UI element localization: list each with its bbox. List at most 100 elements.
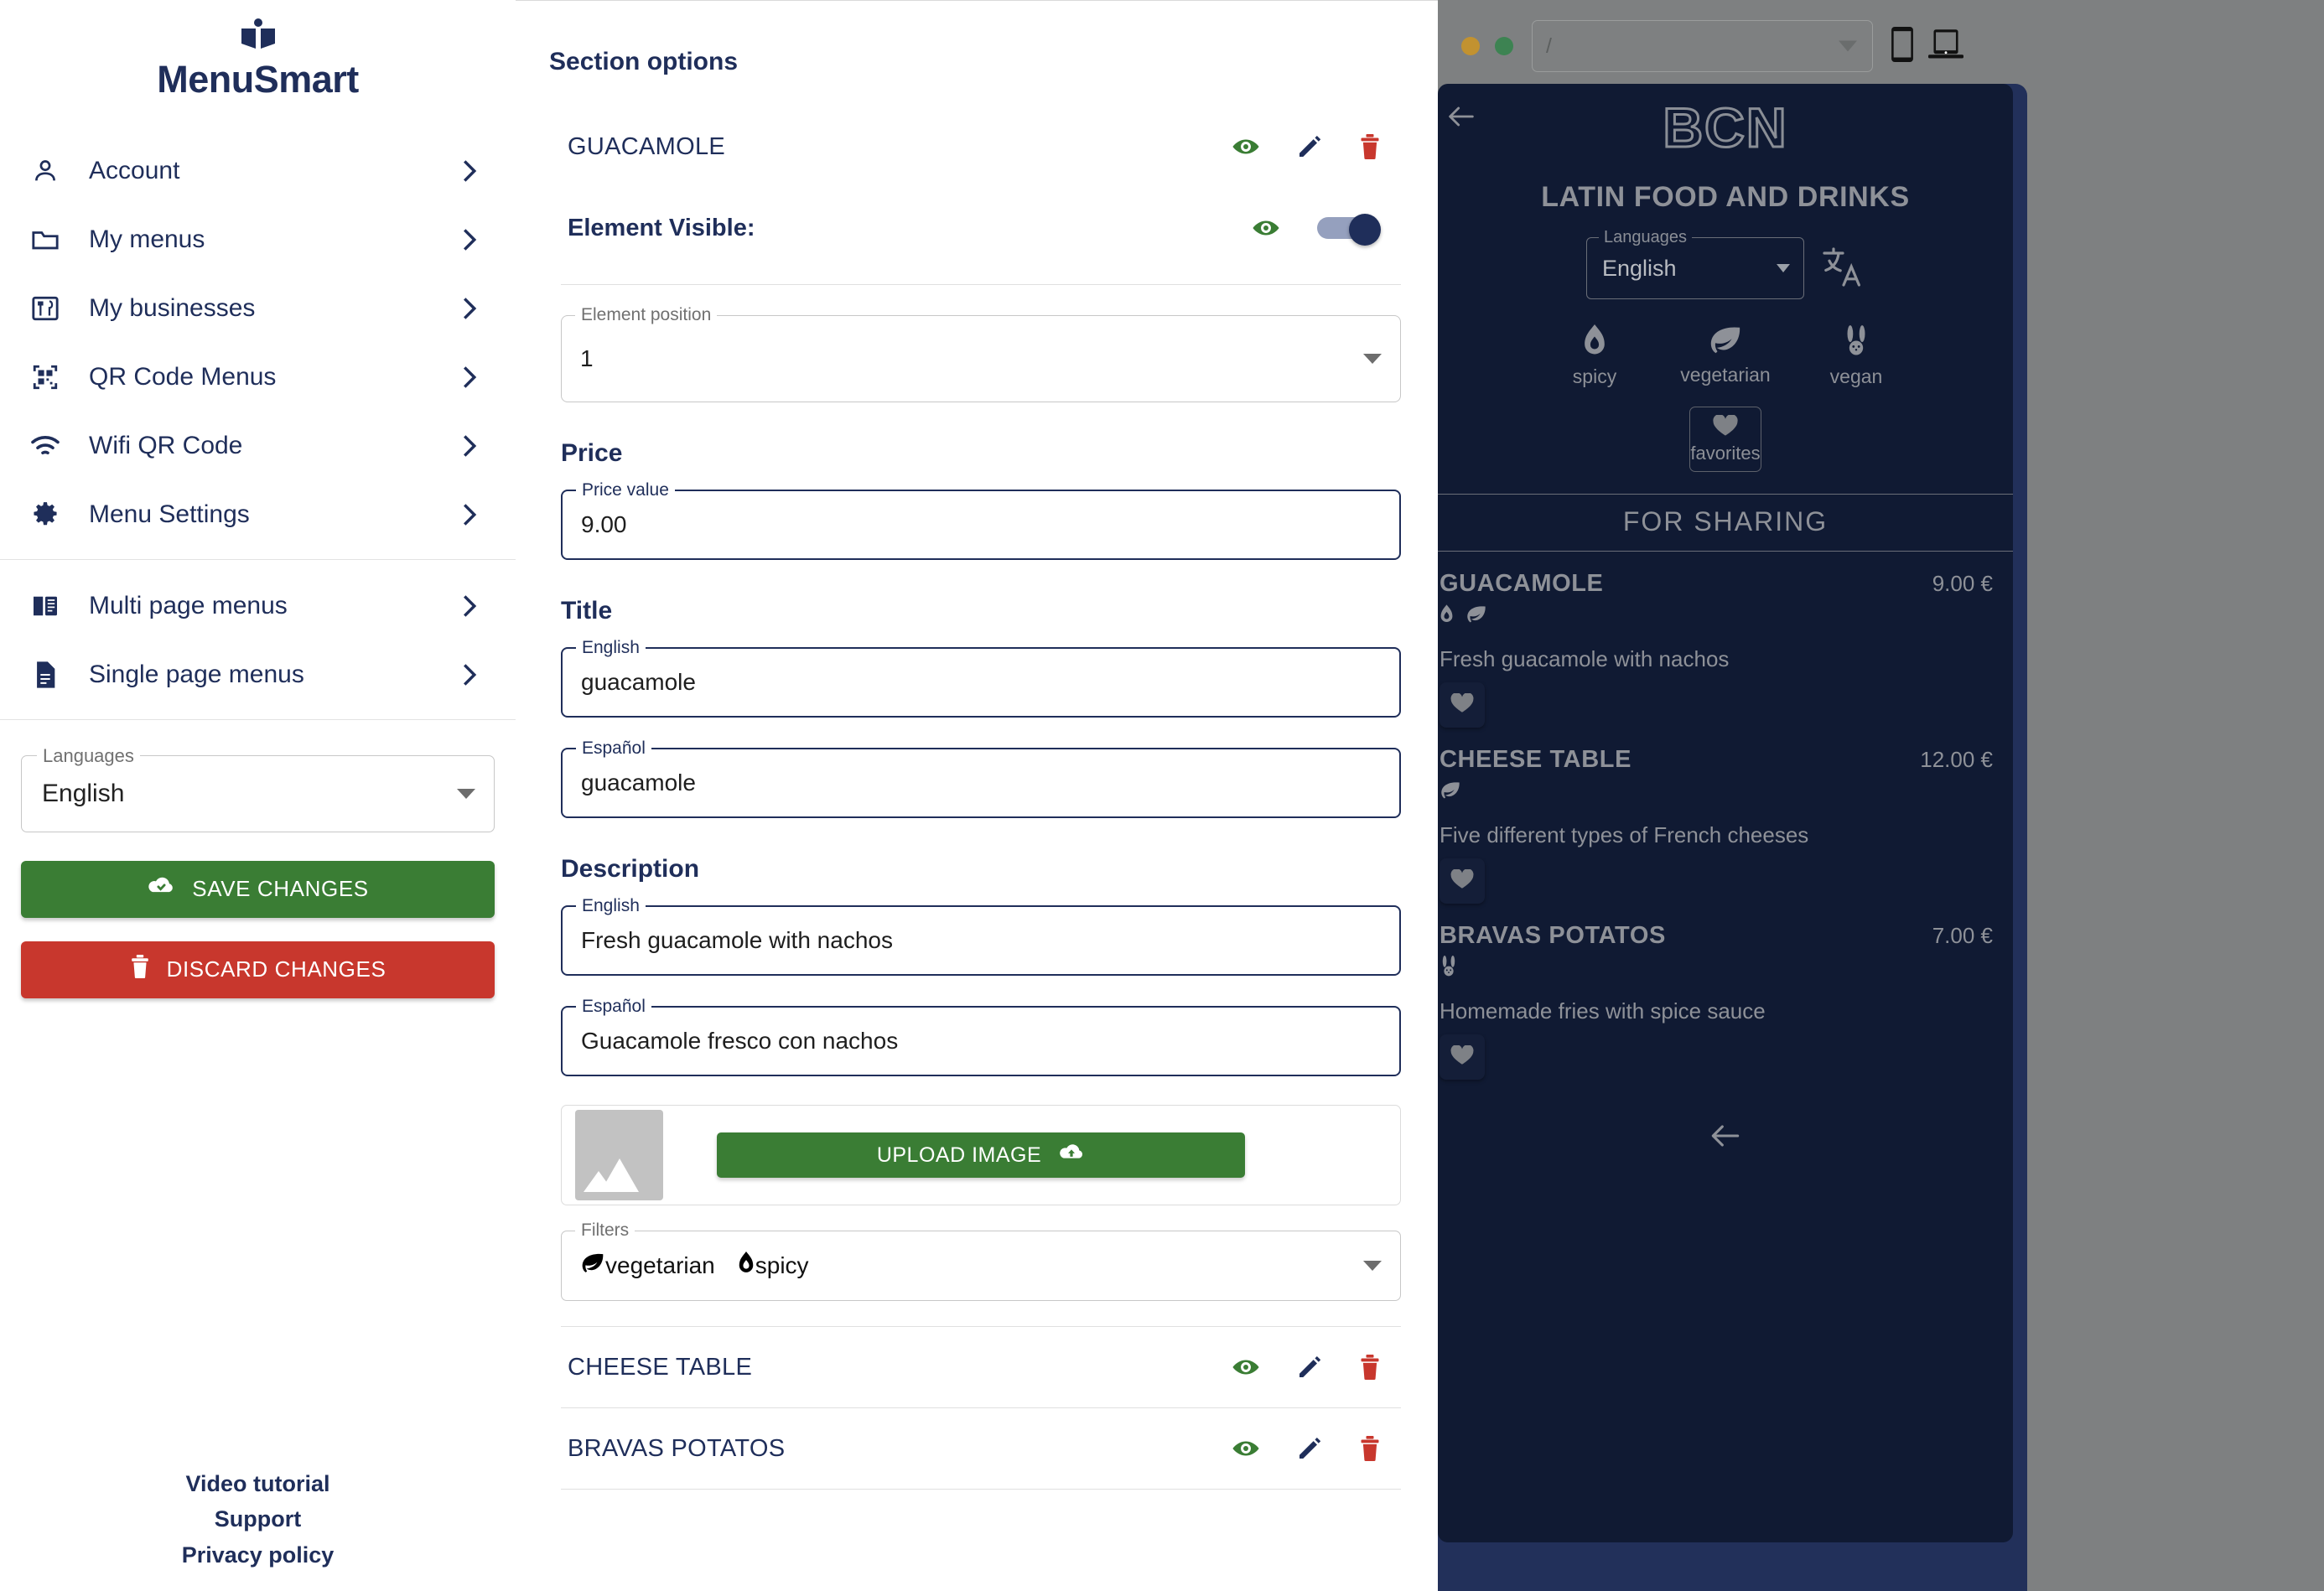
restaurant-icon — [25, 295, 65, 322]
preview-item-tags — [1440, 603, 1993, 630]
sidebar-item-my-menus[interactable]: My menus — [0, 205, 516, 274]
translate-icon[interactable] — [1821, 245, 1865, 293]
open-book-icon — [0, 18, 516, 54]
element-visible-label: Element Visible: — [568, 214, 755, 241]
trash-icon — [130, 955, 150, 984]
preview-item-name: CHEESE TABLE — [1440, 746, 1632, 773]
preview-item-description: Homemade fries with spice sauce — [1440, 998, 1766, 1024]
sidebar-item-qr-code-menus[interactable]: QR Code Menus — [0, 343, 516, 412]
table-row[interactable]: BRAVAS POTATOS — [549, 1408, 1413, 1489]
footer-link-support[interactable]: Support — [0, 1501, 516, 1537]
sidebar-item-account[interactable]: Account — [0, 137, 516, 205]
element-position-legend: Element position — [575, 305, 718, 325]
description-heading: Description — [561, 855, 700, 883]
sidebar-item-multi-page-menus[interactable]: Multi page menus — [0, 572, 516, 640]
window-maximize-dot[interactable] — [1495, 37, 1513, 55]
folder-icon — [25, 227, 65, 252]
table-row[interactable]: CHEESE TABLE — [549, 1327, 1413, 1407]
preview-filter-legend: spicy vegetarian vegan — [1438, 324, 2013, 388]
flame-icon — [1440, 604, 1454, 629]
chevron-right-icon — [457, 593, 482, 619]
title-english-input[interactable]: English guacamole — [561, 638, 1401, 718]
delete-trash-icon[interactable] — [1359, 134, 1381, 159]
laptop-icon[interactable] — [1928, 28, 1963, 65]
filters-select[interactable]: Filters vegetarian spicy — [561, 1220, 1401, 1301]
sidebar-item-wifi-qr-code[interactable]: Wifi QR Code — [0, 412, 516, 480]
preview-menu-item[interactable]: BRAVAS POTATOS 7.00 € Homemade fries wit… — [1438, 904, 2013, 1080]
preview-menu-item[interactable]: GUACAMOLE 9.00 € Fresh guacamole with na… — [1438, 552, 2013, 728]
preview-item-favorite-button[interactable] — [1440, 858, 1485, 904]
sidebar-divider-2 — [0, 718, 516, 720]
discard-changes-button[interactable]: DISCARD CHANGES — [21, 941, 495, 998]
edit-pencil-icon[interactable] — [1297, 1436, 1322, 1461]
preview-language-select[interactable]: Languages English — [1586, 228, 1804, 299]
preview-back-arrow-icon[interactable] — [1445, 102, 1478, 135]
price-input[interactable]: Price value 9.00 — [561, 480, 1401, 560]
chevron-right-icon — [457, 158, 482, 184]
preview-menu-item[interactable]: CHEESE TABLE 12.00 € Five different type… — [1438, 728, 2013, 904]
discard-changes-label: DISCARD CHANGES — [166, 956, 386, 982]
title-heading: Title — [561, 597, 613, 624]
description-english-input[interactable]: English Fresh guacamole with nachos — [561, 896, 1401, 976]
rabbit-icon — [1843, 325, 1870, 361]
preview-filter-spicy[interactable]: spicy — [1544, 324, 1645, 388]
footer-link-video-tutorial[interactable]: Video tutorial — [0, 1466, 516, 1501]
cloud-upload-icon — [1058, 1143, 1085, 1169]
selected-item-row: GUACAMOLE — [549, 106, 1413, 187]
footer-link-privacy-policy[interactable]: Privacy policy — [0, 1537, 516, 1573]
phone-screen: BCN LATIN FOOD AND DRINKS Languages Engl… — [1438, 84, 2013, 1542]
window-minimize-dot[interactable] — [1461, 37, 1480, 55]
sidebar-item-label: QR Code Menus — [89, 362, 277, 391]
preview-item-tags — [1440, 955, 1993, 982]
sidebar-language-select[interactable]: Languages English — [21, 744, 495, 832]
eye-icon[interactable] — [1232, 1438, 1260, 1459]
preview-filter-vegan[interactable]: vegan — [1806, 324, 1906, 388]
save-changes-button[interactable]: SAVE CHANGES — [21, 860, 495, 918]
price-legend: Price value — [576, 480, 675, 500]
eye-icon[interactable] — [1252, 218, 1280, 238]
preview-item-price: 7.00 € — [1932, 923, 1993, 948]
description-spanish-input[interactable]: Español Guacamole fresco con nachos — [561, 997, 1401, 1076]
heart-icon — [1450, 1044, 1474, 1070]
edit-pencil-icon[interactable] — [1297, 1355, 1322, 1380]
sidebar-item-single-page-menus[interactable]: Single page menus — [0, 640, 516, 709]
chevron-down-icon — [1363, 354, 1382, 364]
filter-chip-vegetarian: vegetarian — [580, 1252, 715, 1281]
sidebar-item-menu-settings[interactable]: Menu Settings — [0, 480, 516, 549]
language-legend: Languages — [37, 744, 140, 767]
chevron-right-icon — [457, 502, 482, 527]
preview-favorites-button[interactable]: favorites — [1689, 407, 1761, 472]
sidebar-footer: Video tutorial Support Privacy policy — [0, 1466, 516, 1591]
preview-item-favorite-button[interactable] — [1440, 1034, 1485, 1080]
eye-icon[interactable] — [1232, 1357, 1260, 1377]
title-spanish-input[interactable]: Español guacamole — [561, 738, 1401, 818]
preview-filter-label: vegan — [1829, 365, 1883, 387]
preview-filter-vegetarian[interactable]: vegetarian — [1675, 324, 1776, 388]
selected-item-name: GUACAMOLE — [568, 132, 726, 160]
delete-trash-icon[interactable] — [1359, 1355, 1381, 1380]
edit-pencil-icon[interactable] — [1297, 134, 1322, 159]
sidebar-item-label: Multi page menus — [89, 591, 288, 619]
phone-icon[interactable] — [1891, 26, 1913, 66]
title-spanish-legend: Español — [576, 738, 651, 759]
preview-bottom-back-button[interactable] — [1438, 1120, 2013, 1156]
sidebar-item-label: My businesses — [89, 293, 256, 322]
sidebar-item-my-businesses[interactable]: My businesses — [0, 274, 516, 343]
preview-language-value: English — [1602, 255, 1677, 281]
element-position-select[interactable]: Element position 1 — [561, 305, 1401, 402]
preview-section-label: FOR SHARING — [1438, 494, 2013, 552]
chevron-down-icon — [1777, 264, 1790, 272]
upload-image-button[interactable]: UPLOAD IMAGE — [717, 1132, 1245, 1178]
eye-icon[interactable] — [1232, 137, 1260, 157]
sidebar-item-label: Account — [89, 156, 180, 184]
filter-chip-label: vegetarian — [605, 1252, 715, 1278]
url-select[interactable]: / — [1532, 20, 1873, 72]
sidebar-nav: Account My menus My businesses QR Code M… — [0, 137, 516, 732]
sidebar-divider — [0, 558, 516, 560]
leaf-icon — [1708, 327, 1743, 360]
element-position-value: 1 — [580, 345, 594, 371]
preview-item-favorite-button[interactable] — [1440, 682, 1485, 728]
delete-trash-icon[interactable] — [1359, 1436, 1381, 1461]
element-visible-toggle[interactable] — [1317, 214, 1381, 246]
heart-icon — [1450, 868, 1474, 894]
